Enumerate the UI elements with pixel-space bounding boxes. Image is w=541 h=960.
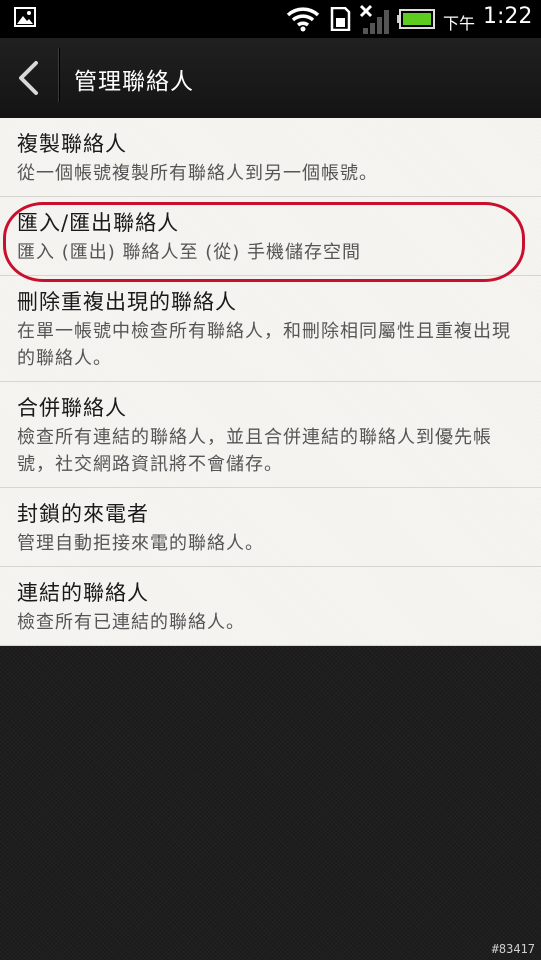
battery-icon <box>397 9 435 29</box>
item-desc: 檢查所有連結的聯絡人，並且合併連結的聯絡人到優先帳號，社交網路資訊將不會儲存。 <box>17 427 492 475</box>
item-title: 刪除重複出現的聯絡人 <box>17 290 237 314</box>
image-notification-icon <box>14 7 36 27</box>
status-ampm: 下午 <box>443 14 476 33</box>
sd-card-icon <box>330 7 351 31</box>
list-item-merge-contacts[interactable]: 合併聯絡人 檢查所有連結的聯絡人，並且合併連結的聯絡人到優先帳號，社交網路資訊將… <box>0 382 541 488</box>
item-desc: 檢查所有已連結的聯絡人。 <box>17 612 245 633</box>
item-title: 連結的聯絡人 <box>17 581 149 605</box>
item-title: 匯入/匯出聯絡人 <box>17 211 180 235</box>
list-item-import-export[interactable]: 匯入/匯出聯絡人 匯入 (匯出) 聯絡人至 (從) 手機儲存空間 <box>0 197 541 282</box>
title-bar: 管理聯絡人 <box>0 38 541 119</box>
no-signal-icon <box>359 4 389 34</box>
watermark: #83417 <box>491 942 535 956</box>
list-item-blocked-callers[interactable]: 封鎖的來電者 管理自動拒接來電的聯絡人。 <box>0 488 541 567</box>
list-item-delete-duplicates[interactable]: 刪除重複出現的聯絡人 在單一帳號中檢查所有聯絡人，和刪除相同屬性且重複出現的聯絡… <box>0 276 541 382</box>
item-desc: 匯入 (匯出) 聯絡人至 (從) 手機儲存空間 <box>17 242 361 263</box>
item-desc: 從一個帳號複製所有聯絡人到另一個帳號。 <box>17 163 378 184</box>
item-desc: 在單一帳號中檢查所有聯絡人，和刪除相同屬性且重複出現的聯絡人。 <box>17 321 511 369</box>
page-title: 管理聯絡人 <box>74 69 194 95</box>
status-bar: 下午 1:22 <box>0 0 541 38</box>
list-item-copy-contacts[interactable]: 複製聯絡人 從一個帳號複製所有聯絡人到另一個帳號。 <box>0 118 541 197</box>
title-divider <box>58 48 59 102</box>
status-time: 1:22 <box>483 4 533 29</box>
item-title: 複製聯絡人 <box>17 132 127 156</box>
item-title: 封鎖的來電者 <box>17 502 149 526</box>
list-item-linked-contacts[interactable]: 連結的聯絡人 檢查所有已連結的聯絡人。 <box>0 567 541 646</box>
item-desc: 管理自動拒接來電的聯絡人。 <box>17 533 264 554</box>
back-button[interactable] <box>0 38 58 118</box>
wifi-icon <box>286 7 320 32</box>
back-arrow-icon <box>19 61 38 95</box>
item-title: 合併聯絡人 <box>17 396 127 420</box>
manage-contacts-list: 複製聯絡人 從一個帳號複製所有聯絡人到另一個帳號。 匯入/匯出聯絡人 匯入 (匯… <box>0 118 541 646</box>
